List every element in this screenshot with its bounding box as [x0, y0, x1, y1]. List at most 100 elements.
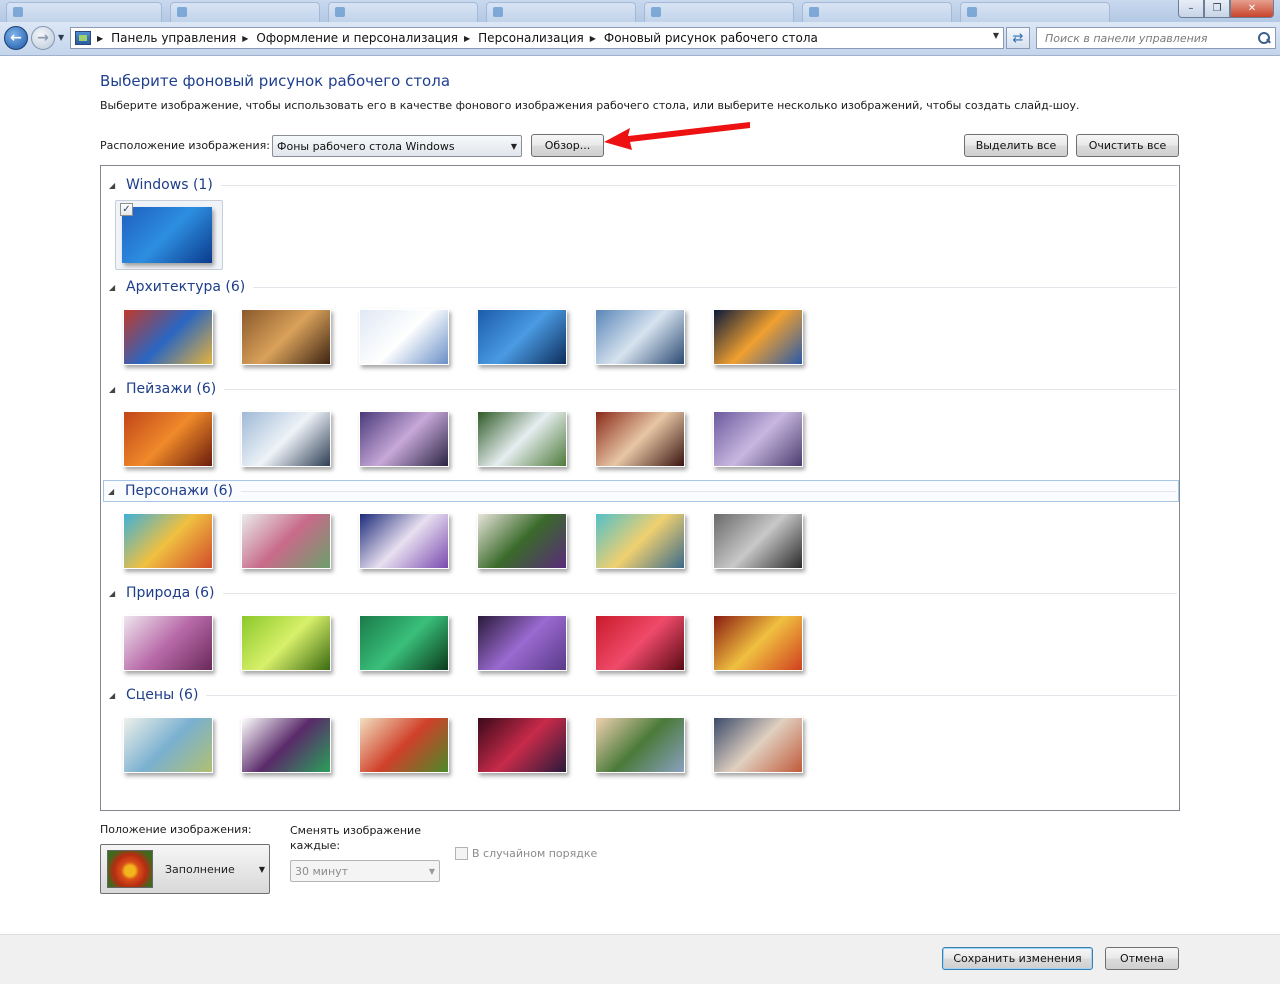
- group-divider: [241, 490, 1176, 492]
- close-button[interactable]: ✕: [1230, 0, 1274, 18]
- wallpaper-thumbnail[interactable]: [477, 411, 567, 467]
- breadcrumb-item[interactable]: Оформление и персонализация: [256, 31, 458, 45]
- arrow-left-icon: ←: [10, 30, 22, 46]
- interval-select[interactable]: 30 минут ▼: [290, 860, 440, 882]
- background-tab[interactable]: [170, 2, 320, 22]
- collapse-icon[interactable]: ◢: [109, 385, 118, 394]
- wallpaper-thumbnail[interactable]: [241, 615, 331, 671]
- wallpaper-thumbnail[interactable]: [477, 309, 567, 365]
- wallpaper-thumbnail[interactable]: [123, 615, 213, 671]
- wallpaper-thumbnail[interactable]: [595, 717, 685, 773]
- wallpaper-thumbnail[interactable]: [713, 411, 803, 467]
- wallpaper-thumbnail[interactable]: [713, 309, 803, 365]
- group-header[interactable]: ◢ Персонажи (6): [103, 480, 1179, 502]
- group-header[interactable]: ◢ Пейзажи (6): [105, 378, 1179, 400]
- wallpaper-thumbnail[interactable]: [241, 411, 331, 467]
- group-header[interactable]: ◢ Архитектура (6): [105, 276, 1179, 298]
- wallpaper-thumbnail[interactable]: [595, 411, 685, 467]
- wallpaper-thumbnail[interactable]: [595, 615, 685, 671]
- clear-all-button[interactable]: Очистить все: [1076, 134, 1179, 157]
- search-icon[interactable]: [1257, 31, 1271, 45]
- forward-button[interactable]: →: [31, 26, 55, 50]
- chevron-down-icon: ▼: [258, 864, 266, 874]
- group-header[interactable]: ◢ Windows (1): [105, 174, 1179, 196]
- wallpaper-thumbnail[interactable]: [359, 513, 449, 569]
- wallpaper-thumbnail[interactable]: [123, 717, 213, 773]
- wallpaper-thumbnail[interactable]: [477, 513, 567, 569]
- position-select[interactable]: Заполнение ▼: [100, 844, 270, 894]
- group-header[interactable]: ◢ Природа (6): [105, 582, 1179, 604]
- breadcrumb[interactable]: ▶ Панель управления ▶ Оформление и персо…: [70, 27, 1004, 49]
- background-tab[interactable]: [486, 2, 636, 22]
- location-label: Расположение изображения:: [100, 139, 270, 152]
- wallpaper-thumbnail[interactable]: [359, 411, 449, 467]
- collapse-icon[interactable]: ◢: [108, 487, 117, 496]
- shuffle-label: В случайном порядке: [472, 847, 598, 860]
- chevron-right-icon[interactable]: ▶: [242, 34, 248, 43]
- back-button[interactable]: ←: [4, 26, 28, 50]
- breadcrumb-item[interactable]: Панель управления: [111, 31, 236, 45]
- checkbox-box[interactable]: [455, 847, 468, 860]
- wallpaper-thumbnail[interactable]: [595, 513, 685, 569]
- wallpaper-thumbnail[interactable]: [359, 615, 449, 671]
- location-select[interactable]: Фоны рабочего стола Windows ▼: [272, 135, 522, 157]
- wallpaper-thumbnail[interactable]: ✓: [115, 200, 223, 270]
- collapse-icon[interactable]: ◢: [109, 181, 118, 190]
- wallpaper-thumbnail[interactable]: [359, 717, 449, 773]
- breadcrumb-item[interactable]: Фоновый рисунок рабочего стола: [604, 31, 818, 45]
- wallpaper-thumbnail[interactable]: [123, 411, 213, 467]
- page-title: Выберите фоновый рисунок рабочего стола: [100, 72, 451, 90]
- control-panel-icon: [75, 31, 91, 45]
- wallpaper-gallery[interactable]: ◢ Windows (1) ✓ ◢ Архитектура (6) ◢ Пейзажи (6…: [100, 165, 1180, 811]
- wallpaper-thumbnail[interactable]: [123, 513, 213, 569]
- wallpaper-thumbnail[interactable]: [241, 717, 331, 773]
- save-changes-button[interactable]: Сохранить изменения: [942, 947, 1093, 970]
- breadcrumb-item[interactable]: Персонализация: [478, 31, 584, 45]
- restore-button[interactable]: ❐: [1204, 0, 1230, 18]
- chevron-right-icon[interactable]: ▶: [464, 34, 470, 43]
- group-title: Сцены (6): [126, 687, 199, 703]
- cancel-button[interactable]: Отмена: [1105, 947, 1179, 970]
- group-title: Персонажи (6): [125, 483, 234, 499]
- select-all-button[interactable]: Выделить все: [964, 134, 1068, 157]
- refresh-button[interactable]: ⇄: [1006, 27, 1030, 49]
- position-label: Положение изображения:: [100, 823, 252, 836]
- wallpaper-thumbnail[interactable]: [713, 717, 803, 773]
- position-select-value: Заполнение: [165, 862, 235, 876]
- browse-button[interactable]: Обзор...: [531, 134, 604, 157]
- chevron-down-icon[interactable]: ▼: [993, 31, 999, 40]
- wallpaper-image: [122, 207, 212, 263]
- background-tab[interactable]: [644, 2, 794, 22]
- minimize-button[interactable]: –: [1178, 0, 1204, 18]
- collapse-icon[interactable]: ◢: [109, 691, 118, 700]
- group-divider: [220, 184, 1177, 186]
- wallpaper-thumbnail[interactable]: [477, 615, 567, 671]
- checkbox-checked-icon[interactable]: ✓: [120, 203, 133, 216]
- recent-pages-dropdown[interactable]: ▼: [58, 33, 64, 42]
- background-tab[interactable]: [328, 2, 478, 22]
- background-tab[interactable]: [960, 2, 1110, 22]
- search-input[interactable]: [1045, 29, 1257, 47]
- collapse-icon[interactable]: ◢: [109, 283, 118, 292]
- wallpaper-thumbnail[interactable]: [241, 513, 331, 569]
- search-box: [1036, 27, 1276, 49]
- location-select-value: Фоны рабочего стола Windows: [277, 139, 455, 153]
- group-title: Windows (1): [126, 177, 213, 193]
- arrow-right-icon: →: [37, 30, 49, 46]
- wallpaper-thumbnail[interactable]: [359, 309, 449, 365]
- wallpaper-thumbnail[interactable]: [713, 513, 803, 569]
- chevron-right-icon[interactable]: ▶: [590, 34, 596, 43]
- chevron-down-icon: ▼: [428, 866, 436, 876]
- group-header[interactable]: ◢ Сцены (6): [105, 684, 1179, 706]
- collapse-icon[interactable]: ◢: [109, 589, 118, 598]
- wallpaper-thumbnail[interactable]: [123, 309, 213, 365]
- group-title: Архитектура (6): [126, 279, 246, 295]
- shuffle-checkbox[interactable]: В случайном порядке: [455, 847, 597, 860]
- background-tab[interactable]: [6, 2, 162, 22]
- wallpaper-thumbnail[interactable]: [713, 615, 803, 671]
- wallpaper-thumbnail[interactable]: [241, 309, 331, 365]
- chevron-right-icon[interactable]: ▶: [97, 34, 103, 43]
- background-tab[interactable]: [802, 2, 952, 22]
- wallpaper-thumbnail[interactable]: [595, 309, 685, 365]
- wallpaper-thumbnail[interactable]: [477, 717, 567, 773]
